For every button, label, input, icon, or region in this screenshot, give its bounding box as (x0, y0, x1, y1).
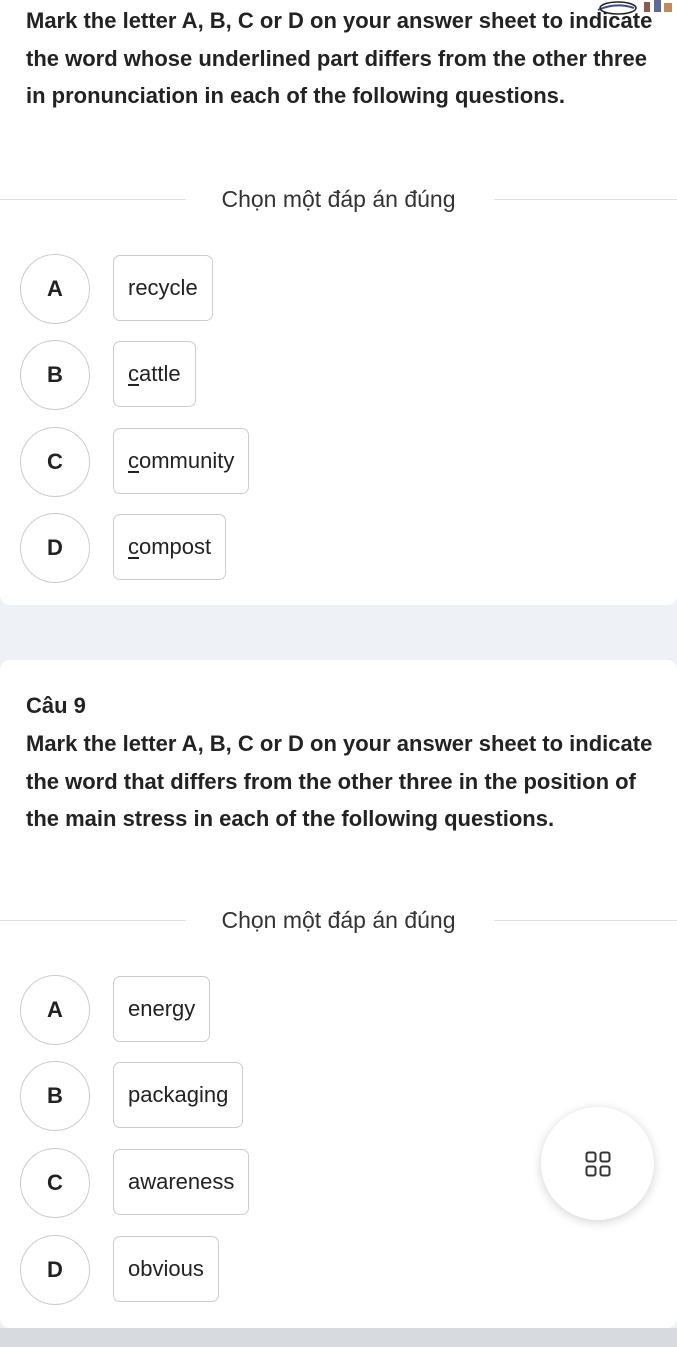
option-b[interactable]: B c attle (20, 340, 620, 412)
option-answer[interactable]: c attle (113, 341, 196, 407)
underlined-part: c (128, 361, 139, 386)
question-card-9: Câu 9 Mark the letter A, B, C or D on yo… (0, 660, 677, 1328)
option-letter[interactable]: D (20, 1235, 90, 1305)
instruction-divider: Chọn một đáp án đúng (0, 187, 677, 211)
option-text-rest: ompost (139, 534, 212, 559)
option-a[interactable]: A energy (20, 975, 620, 1047)
question-prompt: Mark the letter A, B, C or D on your ans… (26, 731, 653, 831)
bottom-bar (0, 1328, 677, 1347)
option-d[interactable]: D obvious (20, 1235, 620, 1307)
option-answer[interactable]: energy (113, 976, 211, 1042)
underlined-part: c (128, 448, 139, 473)
option-letter[interactable]: C (20, 427, 90, 497)
option-answer[interactable]: recycle (113, 255, 213, 321)
question-card-8: Mark the letter A, B, C or D on your ans… (0, 0, 677, 605)
option-a[interactable]: A recycle (20, 254, 620, 326)
option-text-rest: attle (139, 361, 181, 386)
decorative-doodle-icon (597, 0, 672, 15)
option-text: recycle (128, 275, 198, 300)
option-letter[interactable]: C (20, 1148, 90, 1218)
option-d[interactable]: D c ompost (20, 513, 620, 585)
option-letter[interactable]: B (20, 340, 90, 410)
option-answer[interactable]: awareness (113, 1149, 250, 1215)
divider-line-right (494, 920, 677, 921)
option-letter[interactable]: B (20, 1061, 90, 1131)
option-answer[interactable]: obvious (113, 1236, 219, 1302)
option-answer[interactable]: c ompost (113, 514, 227, 580)
underlined-part: c (128, 534, 139, 559)
grid-icon (585, 1151, 610, 1176)
option-text-rest: ommunity (139, 448, 235, 473)
option-answer[interactable]: c ommunity (113, 428, 250, 494)
option-c[interactable]: C c ommunity (20, 427, 620, 499)
option-answer[interactable]: packaging (113, 1062, 244, 1128)
option-c[interactable]: C awareness (20, 1148, 620, 1220)
instruction-divider: Chọn một đáp án đúng (0, 908, 677, 932)
question-grid-button[interactable] (541, 1107, 654, 1220)
option-b[interactable]: B packaging (20, 1061, 620, 1133)
question-number: Câu 9 (26, 693, 86, 718)
option-letter[interactable]: A (20, 975, 90, 1045)
option-letter[interactable]: A (20, 254, 90, 324)
divider-line-right (494, 199, 677, 200)
option-letter[interactable]: D (20, 513, 90, 583)
question-prompt: Mark the letter A, B, C or D on your ans… (26, 8, 653, 108)
